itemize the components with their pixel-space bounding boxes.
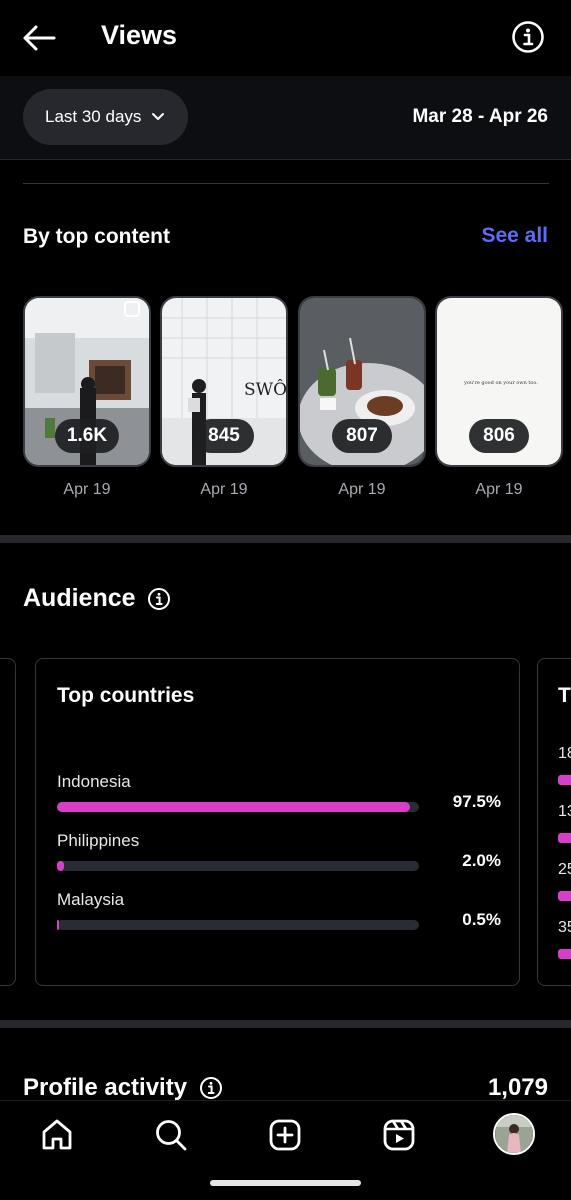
content-thumbnail: SWÔL 845 [160,296,288,467]
info-icon [512,21,544,53]
progress-track [57,861,419,871]
page-title: Views [101,20,178,50]
country-name: Indonesia [57,772,131,791]
content-thumbnail: 807 [298,296,426,467]
nav-home[interactable] [34,1113,80,1157]
content-item[interactable]: 1.6K Apr 19 [23,296,151,499]
previous-card-edge[interactable] [0,658,16,986]
date-range-text: Mar 28 - Apr 26 [412,106,548,127]
info-icon[interactable] [199,1076,223,1100]
home-icon [42,1119,72,1150]
create-icon [269,1119,301,1151]
profile-activity-value: 1,079 [487,1074,548,1101]
audience-heading: Audience [23,584,171,613]
profile-activity-heading[interactable]: Profile activity [23,1074,223,1102]
home-indicator[interactable] [210,1180,361,1186]
top-countries-card: Top countries Indonesia 97.5% Philippine… [35,658,520,986]
progress-fill [57,802,410,812]
content-item[interactable]: you're good on your own too. 806 Apr 19 [435,296,563,499]
progress-fill [57,861,65,871]
next-card-bar [558,775,571,785]
content-date: Apr 19 [475,481,523,498]
country-name: Philippines [57,831,140,850]
next-card-bar [558,891,571,901]
content-date: Apr 19 [63,481,111,498]
thumbnail-quote-text: you're good on your own too. [463,380,538,386]
top-content-title: By top content [23,225,170,248]
country-row: Indonesia 97.5% [57,772,501,812]
country-percent: 2.0% [462,851,501,870]
view-count-badge: 806 [469,419,529,453]
date-range-dropdown[interactable]: Last 30 days [23,89,188,145]
nav-search[interactable] [148,1113,194,1157]
progress-fill [57,920,60,930]
next-card-row-label: 18 [558,745,571,762]
progress-track [57,802,419,812]
top-content-list: 1.6K Apr 19 SWÔL 845 Apr 19 [23,296,571,506]
content-item[interactable]: SWÔL 845 Apr 19 [160,296,288,499]
content-item[interactable]: 807 Apr 19 [298,296,426,499]
nav-reels[interactable] [376,1113,422,1157]
chevron-down-icon [151,112,165,122]
profile-activity-title: Profile activity [23,1074,188,1101]
next-card-row-label: 25 [558,861,571,878]
info-button[interactable] [511,20,545,54]
content-date: Apr 19 [338,481,386,498]
info-icon[interactable] [147,587,171,611]
view-count-badge: 845 [194,419,254,453]
nav-profile-avatar[interactable] [493,1113,535,1155]
view-count-badge: 807 [332,419,392,453]
divider [23,183,549,184]
next-card-bar [558,833,571,843]
reels-icon [383,1119,415,1151]
country-name: Malaysia [57,890,125,909]
next-card-edge[interactable]: T 18 13 25 35 [537,658,571,986]
country-row: Philippines 2.0% [57,831,501,871]
thumbnail-logo-text: SWÔL [244,379,288,400]
filter-bar: Last 30 days Mar 28 - Apr 26 [0,76,571,160]
avatar [495,1115,533,1153]
next-card-title: T [558,684,571,707]
search-icon [156,1120,187,1151]
view-count-badge: 1.6K [54,419,120,453]
next-card-row-label: 13 [558,803,571,820]
content-thumbnail: 1.6K [23,296,151,467]
progress-track [57,920,419,930]
audience-title: Audience [23,584,136,612]
see-all-link[interactable]: See all [481,224,548,248]
content-date: Apr 19 [200,481,248,498]
arrow-left-icon [23,25,56,51]
country-row: Malaysia 0.5% [57,890,501,930]
country-percent: 97.5% [452,792,501,811]
back-button[interactable] [18,18,60,58]
country-percent: 0.5% [462,910,501,929]
date-range-label: Last 30 days [45,107,142,126]
content-thumbnail: you're good on your own too. 806 [435,296,563,467]
next-card-bar [558,949,571,959]
nav-create[interactable] [262,1113,308,1157]
section-divider [0,1020,571,1028]
card-title: Top countries [57,684,195,707]
top-bar: Views [0,0,571,76]
section-divider [0,535,571,543]
next-card-row-label: 35 [558,919,571,936]
